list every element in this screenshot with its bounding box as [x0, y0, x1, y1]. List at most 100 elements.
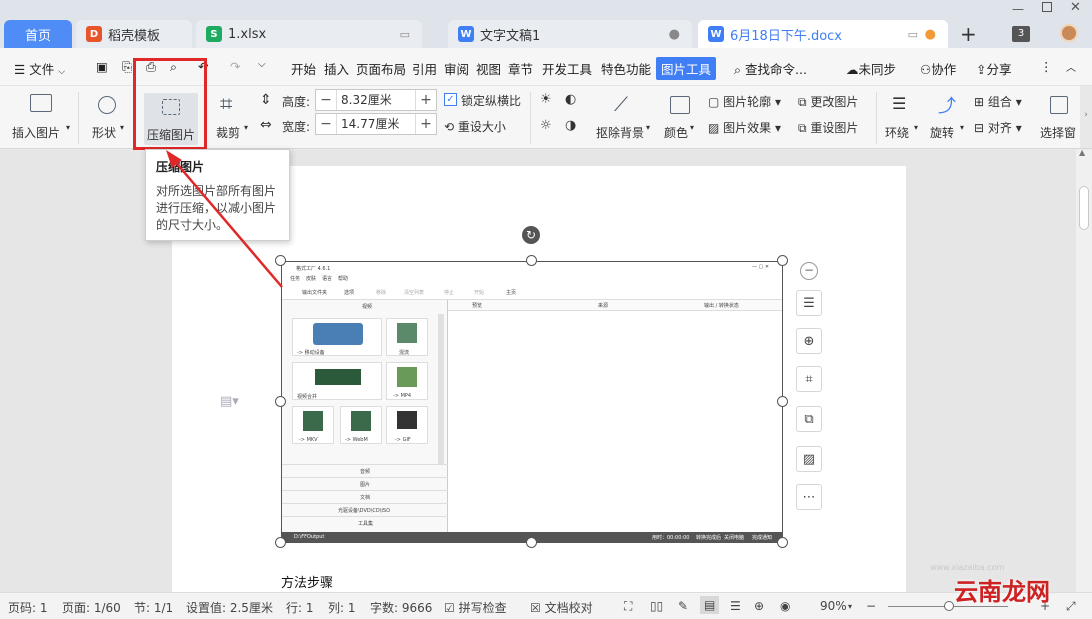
scroll-thumb[interactable] — [1079, 186, 1089, 230]
tab-xlsx[interactable]: S 1.xlsx ▭ — [196, 20, 422, 48]
menu-features[interactable]: 特色功能 — [601, 59, 651, 78]
status-pages[interactable]: 页面: 1/60 — [62, 599, 121, 616]
ribbon-scroll-right-icon[interactable]: › — [1080, 86, 1092, 148]
vertical-scrollbar[interactable]: ▲ — [1076, 148, 1092, 592]
tab-home[interactable]: 首页 — [4, 20, 72, 48]
resize-handle-s[interactable] — [526, 537, 537, 548]
scroll-up-icon[interactable]: ▲ — [1079, 148, 1085, 157]
resize-handle-e[interactable] — [777, 396, 788, 407]
zoom-out-icon[interactable]: − — [866, 599, 876, 613]
zoom-chevron-icon[interactable]: ▾ — [848, 602, 852, 611]
proofread-button[interactable]: ☒ 文档校对 — [530, 599, 593, 616]
tab-doc1[interactable]: W 文字文稿1 ● — [448, 20, 692, 48]
outline-view-icon[interactable]: ☰ — [730, 599, 741, 613]
color-button[interactable]: 颜色 ▾ — [662, 90, 702, 142]
decrease-icon[interactable]: − — [316, 116, 336, 132]
fullscreen-icon[interactable]: ⛶ — [624, 599, 632, 614]
resize-handle-se[interactable] — [777, 537, 788, 548]
selection-pane-button[interactable]: 选择窗 — [1038, 90, 1078, 142]
menu-insert[interactable]: 插入 — [324, 59, 349, 78]
save-icon[interactable]: ▣ — [96, 59, 108, 74]
brightness-down-icon[interactable]: ☼ — [540, 118, 552, 133]
increase-icon[interactable]: + — [416, 92, 436, 108]
crop-float-icon[interactable]: ⌗ — [796, 366, 822, 392]
width-value[interactable]: 14.77厘米 — [336, 114, 416, 134]
menu-developer[interactable]: 开发工具 — [542, 59, 592, 78]
collapse-ribbon-icon[interactable]: ︿ — [1066, 59, 1076, 74]
height-value[interactable]: 8.32厘米 — [336, 90, 416, 110]
close-button[interactable]: ✕ — [1070, 0, 1081, 15]
menu-layout[interactable]: 页面布局 — [356, 59, 406, 78]
resize-handle-ne[interactable] — [777, 255, 788, 266]
reset-picture-button[interactable]: ⧉ 重设图片 — [798, 119, 858, 136]
menu-references[interactable]: 引用 — [412, 59, 437, 78]
sync-button[interactable]: ☁未同步 — [846, 59, 896, 78]
status-setting[interactable]: 设置值: 2.5厘米 — [186, 599, 273, 616]
status-page[interactable]: 页码: 1 — [8, 599, 48, 616]
menu-start[interactable]: 开始 — [291, 59, 316, 78]
export-pdf-icon[interactable]: ⎘ — [122, 59, 132, 75]
share-button[interactable]: ⇪分享 — [976, 59, 1012, 78]
group-button[interactable]: ⊞ 组合 ▾ — [974, 93, 1022, 110]
selected-image[interactable]: 格式工厂 4.6.1 — ▢ ✕ 任务 皮肤 语言 帮助 输出文件夹 选项 移除… — [281, 261, 783, 543]
rotate-button[interactable]: ⤴ 旋转 ▾ — [928, 90, 972, 142]
remove-background-button[interactable]: ⟋ 抠除背景 ▾ — [594, 90, 656, 142]
float-collapse-icon[interactable]: − — [800, 262, 818, 280]
tab-docer[interactable]: D 稻壳模板 — [76, 20, 192, 48]
fit-icon[interactable]: ⤢ — [1066, 599, 1076, 614]
brightness-up-icon[interactable]: ☀ — [540, 92, 552, 107]
page-view-icon[interactable]: ▤ — [700, 596, 720, 614]
paragraph-icon[interactable]: ▤▾ — [220, 394, 239, 409]
wrap-button[interactable]: ☰ 环绕 ▾ — [882, 90, 926, 142]
shape-button[interactable]: 形状 ▾ — [86, 90, 130, 142]
search-command[interactable]: ⌕ 查找命令... — [734, 59, 807, 78]
insert-picture-button[interactable]: 插入图片 ▾ — [8, 90, 74, 142]
contrast-down-icon[interactable]: ◑ — [565, 118, 576, 133]
new-tab-button[interactable]: + — [960, 22, 977, 46]
contrast-up-icon[interactable]: ◐ — [565, 92, 576, 107]
quick-access-chevron-icon[interactable]: ⌵ — [258, 59, 266, 70]
lock-ratio-checkbox[interactable]: ✓ — [444, 93, 457, 106]
menu-file[interactable]: ☰ 文件 ⌵ — [14, 59, 65, 78]
spell-check-button[interactable]: ☑ 拼写检查 — [444, 599, 507, 616]
resize-handle-n[interactable] — [526, 255, 537, 266]
menu-review[interactable]: 审阅 — [444, 59, 469, 78]
more-icon[interactable]: ⋮ — [1040, 59, 1053, 74]
status-words[interactable]: 字数: 9666 — [370, 599, 432, 616]
redo-icon[interactable]: ↷ — [230, 59, 240, 74]
picture-effect-button[interactable]: ▨ 图片效果 ▾ — [708, 119, 781, 136]
width-stepper[interactable]: − 14.77厘米 + — [315, 113, 437, 135]
tab-docx-active[interactable]: W 6月18日下午.docx ▭ ● — [698, 20, 948, 48]
zoom-in-icon[interactable]: ⊕ — [796, 328, 822, 354]
menu-view[interactable]: 视图 — [476, 59, 501, 78]
crop-button[interactable]: ⌗ 裁剪 ▾ — [212, 90, 254, 142]
zoom-slider-thumb[interactable] — [944, 601, 954, 611]
layout-options-icon[interactable]: ☰ — [796, 290, 822, 316]
web-view-icon[interactable]: ⊕ — [754, 599, 764, 613]
eye-protect-icon[interactable]: ◉ — [780, 599, 790, 613]
zoom-level[interactable]: 90% — [820, 599, 847, 613]
resize-handle-w[interactable] — [275, 396, 286, 407]
increase-icon[interactable]: + — [416, 116, 436, 132]
picture-outline-button[interactable]: ▢ 图片轮廓 ▾ — [708, 93, 781, 110]
extract-text-icon[interactable]: ⧉ — [796, 406, 822, 432]
height-stepper[interactable]: − 8.32厘米 + — [315, 89, 437, 111]
avatar[interactable] — [1060, 24, 1078, 42]
write-mode-icon[interactable]: ✎ — [678, 599, 688, 613]
status-section[interactable]: 节: 1/1 — [134, 599, 173, 616]
tab-count-badge[interactable]: 3 — [1012, 26, 1030, 42]
rotate-handle-icon[interactable]: ↻ — [522, 226, 540, 244]
change-picture-button[interactable]: ⧉ 更改图片 — [798, 93, 858, 110]
more-options-icon[interactable]: ⋯ — [796, 484, 822, 510]
reset-size-button[interactable]: ⟲ 重设大小 — [444, 118, 506, 135]
image-tools-icon[interactable]: ▨ — [796, 446, 822, 472]
resize-handle-sw[interactable] — [275, 537, 286, 548]
decrease-icon[interactable]: − — [316, 92, 336, 108]
align-button[interactable]: ⊟ 对齐 ▾ — [974, 119, 1022, 136]
maximize-button[interactable] — [1042, 2, 1052, 12]
read-mode-icon[interactable]: ▯▯ — [650, 599, 663, 613]
menu-picture-tools[interactable]: 图片工具 — [656, 57, 717, 80]
compress-picture-button[interactable]: 压缩图片 — [133, 58, 207, 150]
minimize-button[interactable]: — — [1012, 2, 1024, 16]
collab-button[interactable]: ⚇协作 — [920, 59, 956, 78]
